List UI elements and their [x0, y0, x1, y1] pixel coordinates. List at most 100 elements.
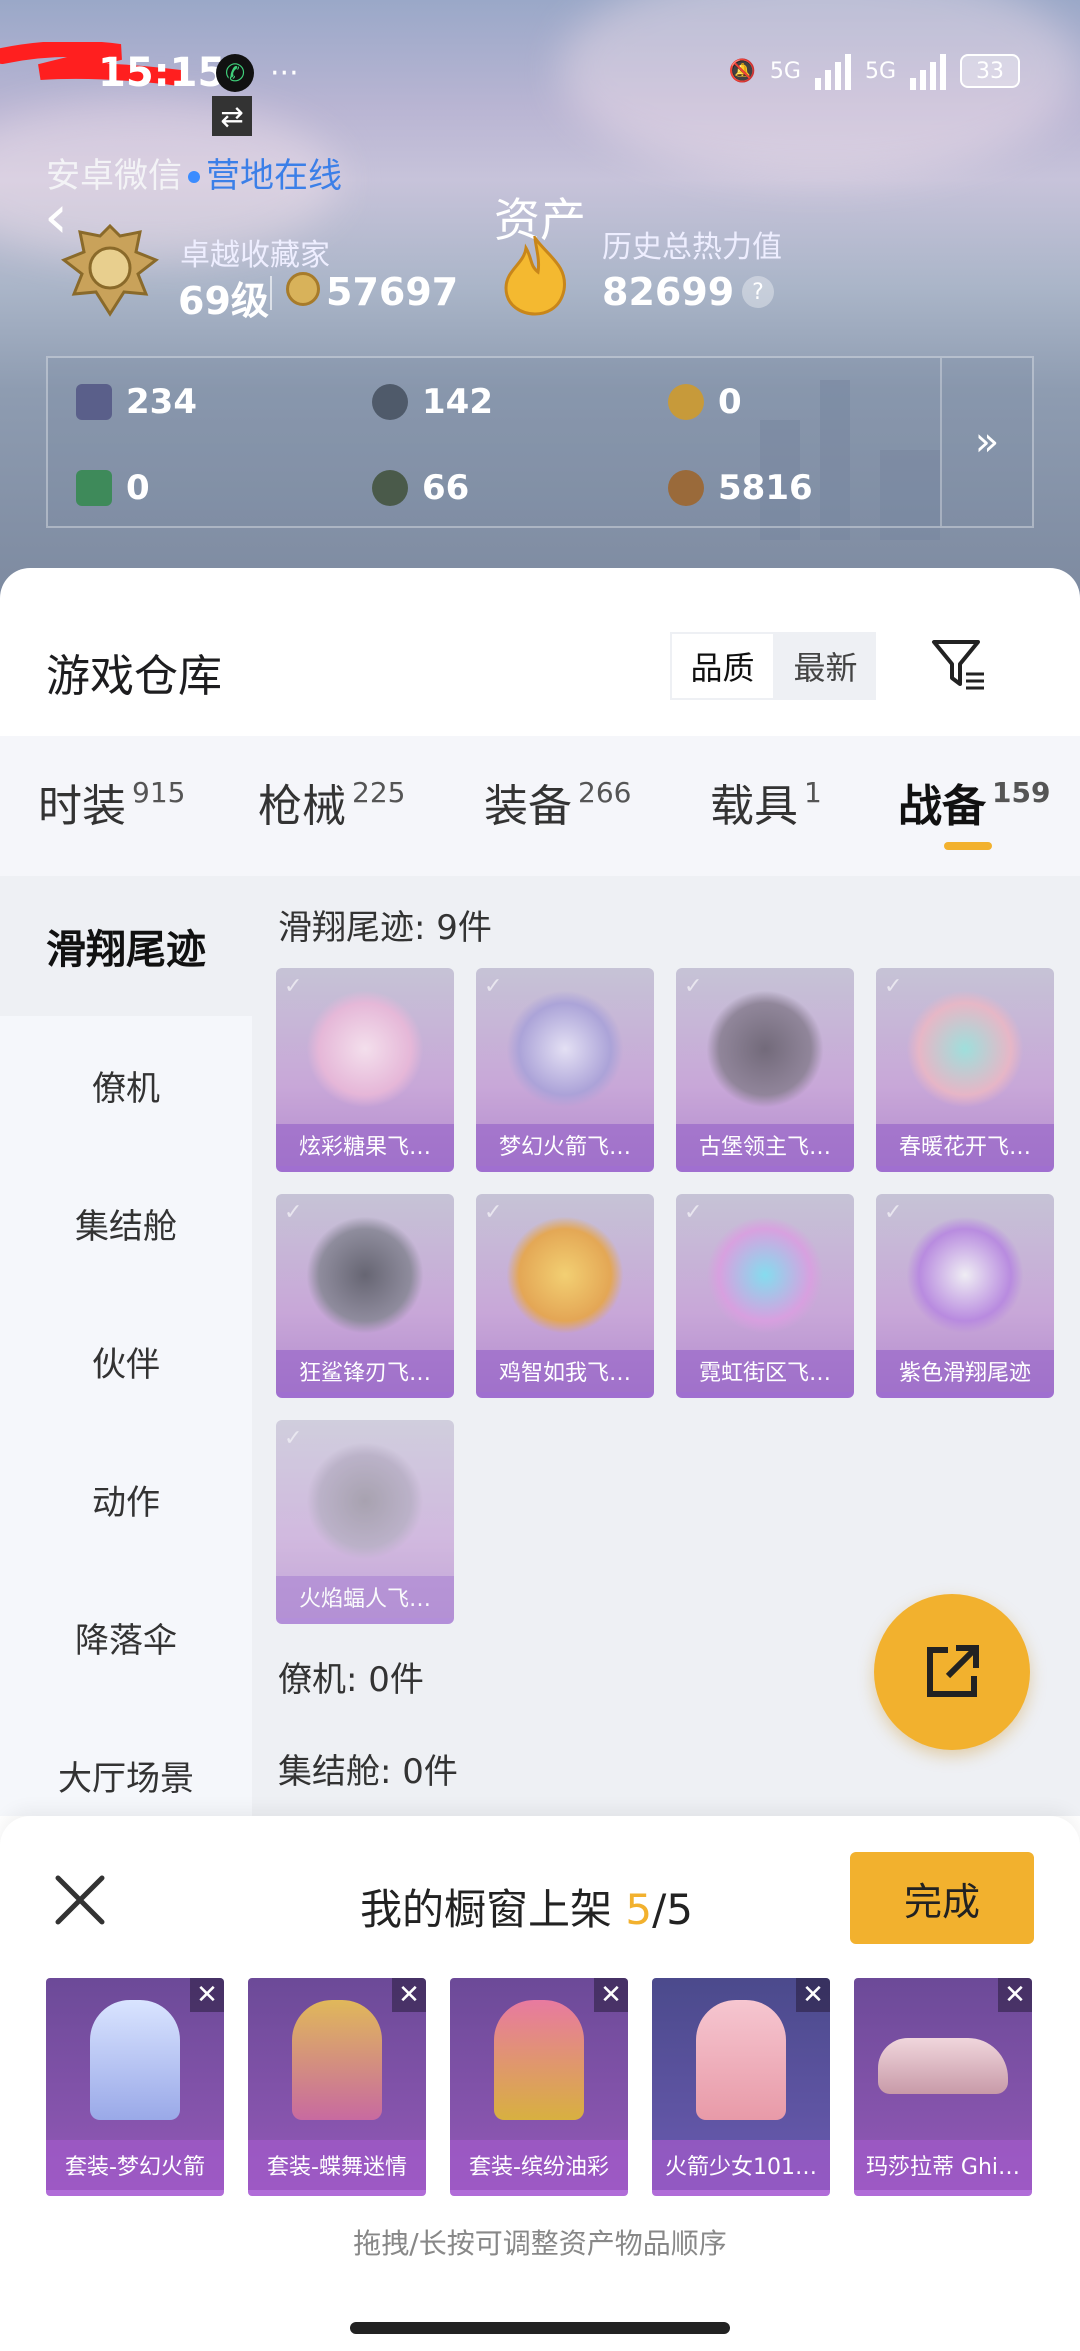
sidebar: 滑翔尾迹 僚机 集结舱 伙伴 动作 降落伞 大厅场景 — [0, 876, 252, 1816]
item-card[interactable]: ✓ 霓虹街区飞… — [676, 1194, 854, 1398]
resource-value: 0 — [718, 382, 742, 422]
item-label: 紫色滑翔尾迹 — [876, 1350, 1054, 1392]
flame-icon — [504, 236, 566, 316]
phone-call-icon[interactable]: ✆ — [216, 54, 254, 92]
sidebar-item-glide-trail[interactable]: 滑翔尾迹 — [0, 876, 252, 1016]
sort-quality-button[interactable]: 品质 — [670, 632, 775, 700]
swap-icon[interactable]: ⇄ — [212, 96, 252, 136]
done-button[interactable]: 完成 — [850, 1852, 1034, 1944]
item-label: 炫彩糖果飞… — [276, 1124, 454, 1166]
rank-label: 卓越收藏家 — [180, 238, 330, 273]
mute-bell-icon: 🔕 — [728, 58, 756, 84]
showcase-item-label: 套装-缤纷油彩 — [450, 2140, 628, 2190]
sidebar-item-capsule[interactable]: 集结舱 — [0, 1154, 252, 1292]
item-label: 霓虹街区飞… — [676, 1350, 854, 1392]
tab-equipment[interactable]: 装备 266 — [484, 770, 631, 834]
divider — [270, 276, 272, 310]
check-icon: ✓ — [284, 1200, 303, 1225]
resource-value: 234 — [126, 382, 197, 422]
showcase-item[interactable]: ✕ 套装-缤纷油彩 — [450, 1978, 628, 2196]
remove-icon[interactable]: ✕ — [392, 1978, 426, 2012]
home-indicator[interactable] — [350, 2322, 730, 2334]
tab-count: 266 — [578, 776, 632, 809]
item-label: 古堡领主飞… — [676, 1124, 854, 1166]
coin-value: 57697 — [326, 270, 459, 314]
item-card[interactable]: ✓ 火焰蝠人飞… — [276, 1420, 454, 1624]
ticket-icon — [76, 470, 112, 506]
tab-vehicles[interactable]: 载具 1 — [710, 770, 822, 834]
status-time: 15:15 — [98, 50, 226, 96]
sidebar-item-wingman[interactable]: 僚机 — [0, 1016, 252, 1154]
reorder-hint: 拖拽/长按可调整资产物品顺序 — [353, 2227, 727, 2260]
candy-glider-icon — [306, 990, 424, 1108]
outfit-figure-icon — [90, 2000, 180, 2120]
tab-label: 载具 — [710, 781, 798, 832]
bat-glider-icon — [706, 990, 824, 1108]
remove-icon[interactable]: ✕ — [998, 1978, 1032, 2012]
item-card[interactable]: ✓ 春暖花开飞… — [876, 968, 1054, 1172]
resource-item: 5816 — [668, 468, 813, 508]
signal-icon — [814, 52, 851, 90]
resource-item: 0 — [76, 468, 150, 508]
section-title-glide: 滑翔尾迹: 9件 — [278, 908, 492, 948]
item-card[interactable]: ✓ 紫色滑翔尾迹 — [876, 1194, 1054, 1398]
resource-item: 66 — [372, 468, 469, 508]
showcase-item-label: 套装-蝶舞迷情 — [248, 2140, 426, 2190]
flame-batman-glider-icon — [306, 1442, 424, 1560]
item-label: 狂鲨锋刃飞… — [276, 1350, 454, 1392]
remove-icon[interactable]: ✕ — [190, 1978, 224, 2012]
tab-combat-prep[interactable]: 战备 159 — [898, 770, 1050, 834]
history-heat-label: 历史总热力值 — [602, 230, 782, 265]
item-label: 火焰蝠人飞… — [276, 1576, 454, 1618]
close-icon[interactable] — [52, 1872, 108, 1928]
status-icons: 🔕 5G 5G 33 — [728, 52, 1020, 90]
share-export-button[interactable] — [874, 1594, 1030, 1750]
item-card[interactable]: ✓ 鸡智如我飞… — [476, 1194, 654, 1398]
tab-count: 159 — [992, 776, 1051, 809]
remove-icon[interactable]: ✕ — [796, 1978, 830, 2012]
tab-guns[interactable]: 枪械 225 — [258, 770, 405, 834]
sidebar-item-parachute[interactable]: 降落伞 — [0, 1568, 252, 1706]
resource-value: 66 — [422, 468, 470, 508]
online-status: 营地在线 — [206, 156, 342, 196]
showcase-title-text: 我的橱窗上架 — [360, 1885, 613, 1934]
showcase-item[interactable]: ✕ 火箭少女101… — [652, 1978, 830, 2196]
shark-glider-icon — [306, 1216, 424, 1334]
filter-icon[interactable] — [928, 634, 988, 694]
showcase-count: 5 — [625, 1885, 653, 1934]
tab-fashion[interactable]: 时装 915 — [38, 770, 185, 834]
tab-count: 225 — [352, 776, 406, 809]
item-card[interactable]: ✓ 梦幻火箭飞… — [476, 968, 654, 1172]
pink-jacket-icon — [696, 2000, 786, 2120]
remove-icon[interactable]: ✕ — [594, 1978, 628, 2012]
tab-count: 915 — [132, 776, 186, 809]
help-question-icon[interactable]: ? — [742, 276, 774, 308]
coin-icon — [286, 272, 320, 306]
warehouse-title: 游戏仓库 — [46, 651, 222, 702]
showcase-item[interactable]: ✕ 玛莎拉蒂 Ghi… — [854, 1978, 1032, 2196]
showcase-item[interactable]: ✕ 套装-梦幻火箭 — [46, 1978, 224, 2196]
showcase-item-label: 套装-梦幻火箭 — [46, 2140, 224, 2190]
expand-chevron-icon[interactable]: » — [940, 358, 1032, 526]
neon-plane-glider-icon — [706, 1216, 824, 1334]
sort-newest-button[interactable]: 最新 — [775, 632, 876, 700]
check-icon: ✓ — [884, 1200, 903, 1225]
signal-icon — [910, 52, 946, 90]
item-card[interactable]: ✓ 炫彩糖果飞… — [276, 968, 454, 1172]
showcase-item[interactable]: ✕ 套装-蝶舞迷情 — [248, 1978, 426, 2196]
item-card[interactable]: ✓ 古堡领主飞… — [676, 968, 854, 1172]
check-icon: ✓ — [484, 1200, 503, 1225]
tab-label: 枪械 — [258, 781, 346, 832]
network-label-1: 5G — [769, 58, 801, 84]
check-icon: ✓ — [684, 974, 703, 999]
check-icon: ✓ — [284, 974, 303, 999]
tab-count: 1 — [804, 776, 822, 809]
battery-level: 33 — [976, 58, 1004, 84]
sidebar-item-emote[interactable]: 动作 — [0, 1430, 252, 1568]
sidebar-item-partner[interactable]: 伙伴 — [0, 1292, 252, 1430]
battery-icon: 33 — [960, 54, 1020, 88]
resource-value: 142 — [422, 382, 493, 422]
history-heat-value: 82699 — [602, 270, 735, 314]
resource-item: 0 — [668, 382, 742, 422]
item-card[interactable]: ✓ 狂鲨锋刃飞… — [276, 1194, 454, 1398]
